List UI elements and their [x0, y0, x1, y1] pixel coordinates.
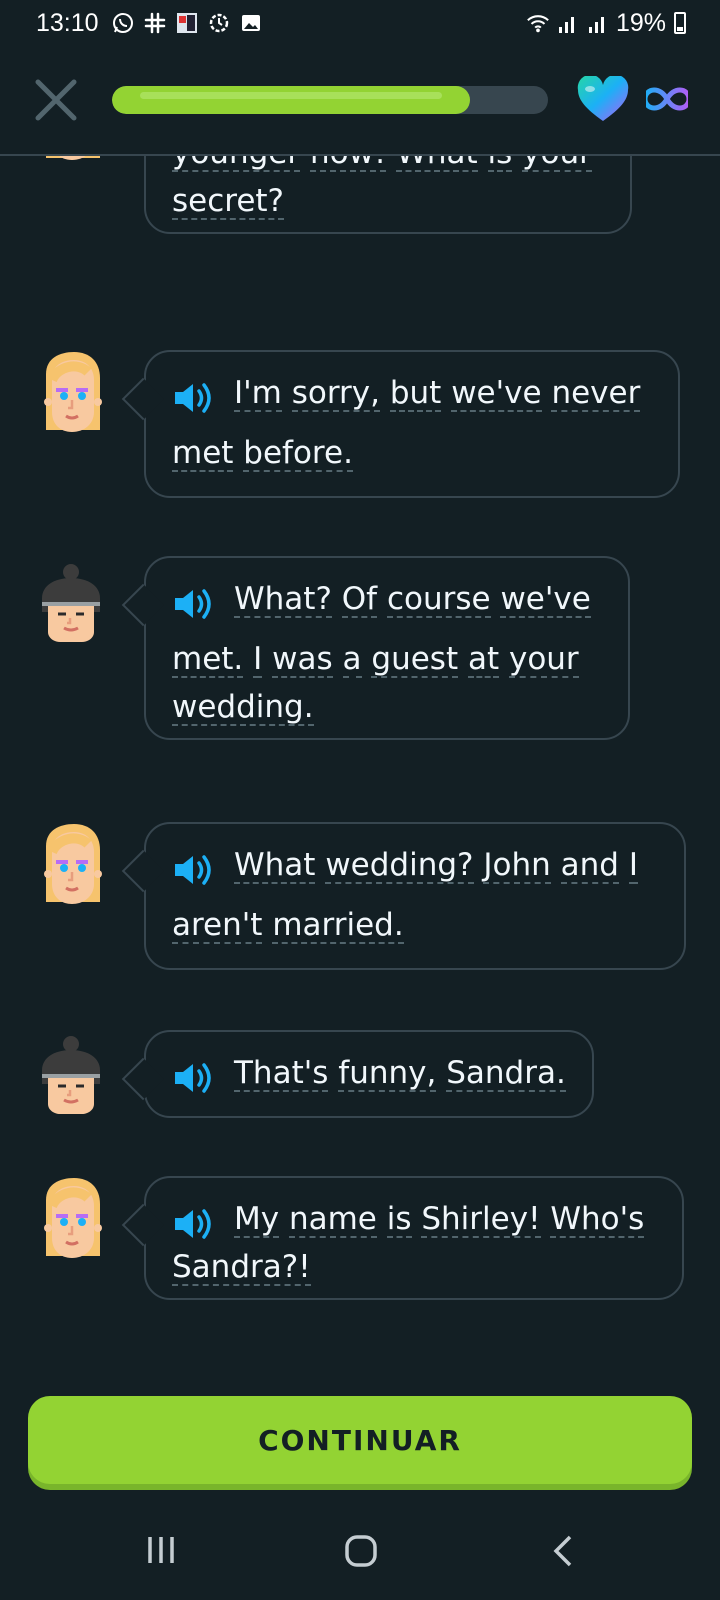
- chat-area[interactable]: younger now! What is yoursecret?I'm sorr…: [0, 0, 720, 1340]
- message-line: That's funny, Sandra.: [172, 1044, 568, 1104]
- message-line: aren't married.: [172, 896, 660, 956]
- recent-apps-icon: [148, 1537, 174, 1563]
- message-word[interactable]: guest: [371, 642, 459, 678]
- message-word[interactable]: a: [342, 642, 362, 678]
- message-bubble: I'm sorry, but we've never met before.: [121, 350, 680, 498]
- avatar-shirley: [38, 1176, 104, 1260]
- progress-shine: [140, 92, 442, 99]
- message-word[interactable]: I: [253, 642, 263, 678]
- message-word[interactable]: is: [386, 1202, 412, 1238]
- message-word[interactable]: we've: [500, 582, 591, 618]
- message-word[interactable]: What: [234, 848, 316, 884]
- message-word[interactable]: course: [386, 582, 491, 618]
- close-icon: [35, 79, 77, 121]
- message-word[interactable]: That's: [234, 1056, 329, 1092]
- message-word[interactable]: name: [288, 1202, 377, 1238]
- message-word[interactable]: married.: [272, 908, 404, 944]
- message-line: What? Of course we've: [172, 570, 604, 630]
- speaker-icon[interactable]: [172, 848, 216, 885]
- message-word[interactable]: What?: [234, 582, 332, 618]
- message-word[interactable]: at: [467, 642, 500, 678]
- message-word[interactable]: secret?: [172, 184, 285, 220]
- home-icon: [345, 1535, 377, 1567]
- speaker-icon[interactable]: [172, 582, 216, 619]
- message-line: secret?: [172, 184, 606, 220]
- message-word[interactable]: My: [234, 1202, 280, 1238]
- message-line: Sandra?!: [172, 1250, 658, 1286]
- message-line: met before.: [172, 424, 654, 484]
- bubble-tail: [121, 1203, 165, 1247]
- message-word[interactable]: Of: [341, 582, 378, 618]
- progress-fill: [112, 86, 470, 114]
- message-bubble: What wedding? John and Iaren't married.: [121, 822, 686, 970]
- message-word[interactable]: I'm: [234, 376, 282, 412]
- message-word[interactable]: Sandra.: [446, 1056, 566, 1092]
- back-icon: [553, 1535, 572, 1567]
- message-bubble: What? Of course we've met. I was a guest …: [121, 556, 630, 740]
- message-line: I'm sorry, but we've never: [172, 364, 654, 424]
- bubble-tail: [121, 1057, 165, 1101]
- message-line: My name is Shirley! Who's: [172, 1190, 658, 1250]
- back-button[interactable]: [552, 1534, 574, 1572]
- avatar-shirley: [38, 350, 104, 434]
- message-word[interactable]: and: [560, 848, 619, 884]
- speaker-icon[interactable]: [172, 376, 216, 413]
- message-word[interactable]: wedding?: [325, 848, 474, 884]
- message-word[interactable]: never: [551, 376, 641, 412]
- message-word[interactable]: we've: [451, 376, 542, 412]
- message-bubble: That's funny, Sandra.: [121, 1030, 594, 1118]
- avatar-friend: [38, 562, 104, 646]
- bubble-tail: [121, 377, 165, 421]
- message-line: What wedding? John and I: [172, 836, 660, 896]
- message-word[interactable]: wedding.: [172, 690, 314, 726]
- heart-icon[interactable]: [576, 74, 630, 124]
- avatar-shirley: [38, 822, 104, 906]
- message-word[interactable]: your: [508, 642, 579, 678]
- message-word[interactable]: Sandra?!: [172, 1250, 311, 1286]
- progress-bar: [112, 86, 548, 114]
- message-word[interactable]: met.: [172, 642, 244, 678]
- home-button[interactable]: [344, 1534, 378, 1572]
- speaker-icon[interactable]: [172, 1056, 216, 1093]
- message-word[interactable]: I: [628, 848, 638, 884]
- message-word[interactable]: Shirley!: [421, 1202, 541, 1238]
- message-word[interactable]: but: [389, 376, 442, 412]
- speaker-icon[interactable]: [172, 1202, 216, 1239]
- message-word[interactable]: was: [272, 642, 333, 678]
- avatar-friend: [38, 1034, 104, 1118]
- message-word[interactable]: funny,: [338, 1056, 437, 1092]
- message-word[interactable]: met: [172, 436, 234, 472]
- bubble-tail: [121, 849, 165, 893]
- recent-apps-button[interactable]: [146, 1534, 176, 1570]
- message-word[interactable]: sorry,: [291, 376, 380, 412]
- bubble-tail: [121, 583, 165, 627]
- message-word[interactable]: John: [483, 848, 551, 884]
- close-button[interactable]: [32, 76, 80, 124]
- message-word[interactable]: before.: [243, 436, 353, 472]
- message-word[interactable]: Who's: [550, 1202, 645, 1238]
- message-line: wedding.: [172, 690, 604, 726]
- lesson-header: [0, 56, 720, 156]
- continue-label: CONTINUAR: [258, 1423, 462, 1457]
- infinity-icon: [642, 86, 692, 112]
- message-line: met. I was a guest at your: [172, 630, 604, 690]
- message-bubble: My name is Shirley! Who's Sandra?!: [121, 1176, 684, 1300]
- message-word[interactable]: aren't: [172, 908, 263, 944]
- navigation-bar: [0, 1510, 720, 1600]
- continue-button[interactable]: CONTINUAR: [28, 1396, 692, 1484]
